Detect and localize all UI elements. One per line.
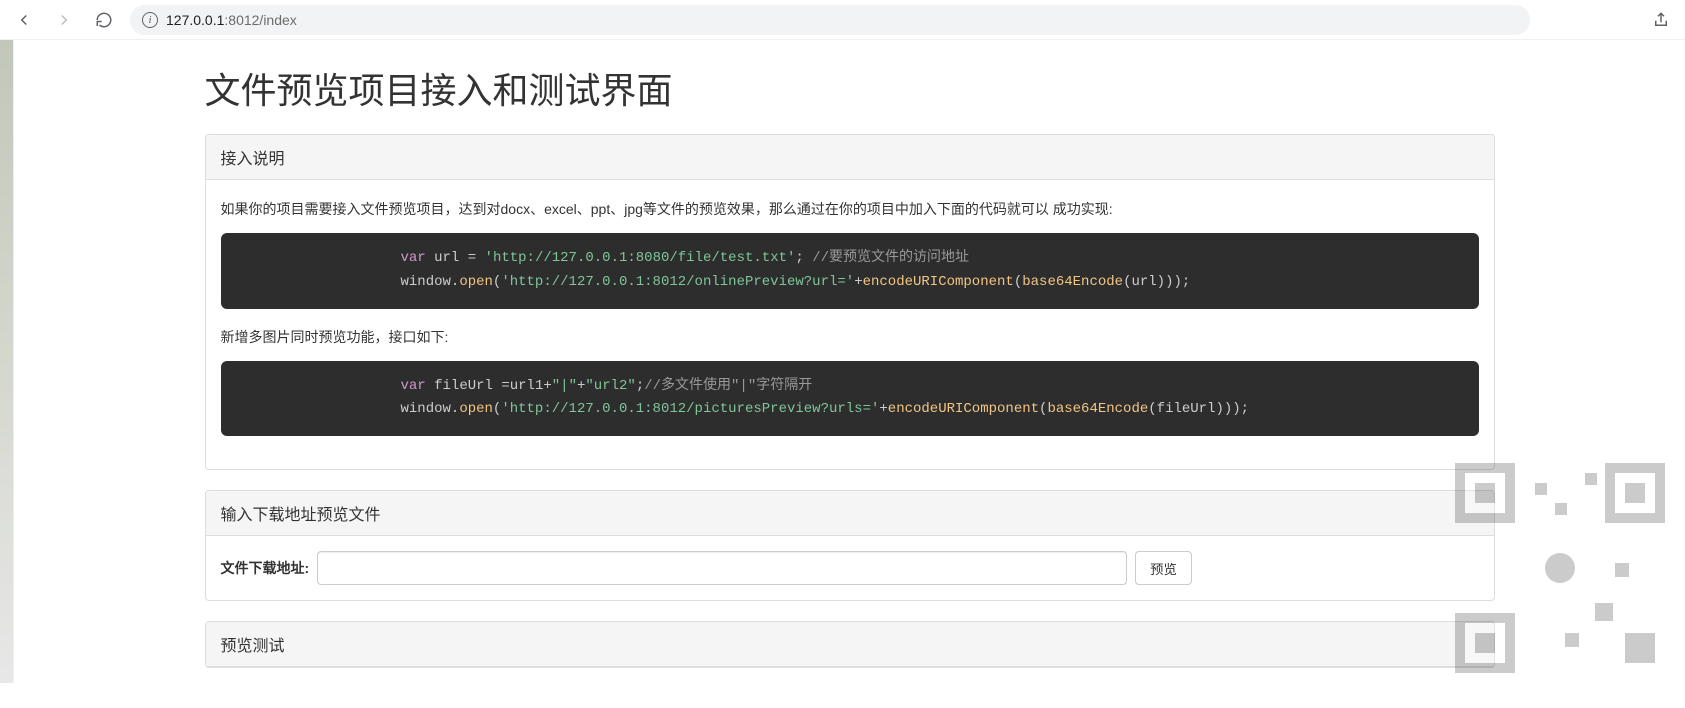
integration-description-2: 新增多图片同时预览功能，接口如下: [221,327,1479,347]
panel-heading-preview-test: 预览测试 [206,622,1494,667]
panel-heading-url-input: 输入下载地址预览文件 [206,491,1494,536]
code-block-1: var url = 'http://127.0.0.1:8080/file/te… [221,233,1479,309]
url-host: 127.0.0.1 [166,12,224,28]
forward-button[interactable] [50,6,78,34]
code-block-2: var fileUrl =url1+"|"+"url2";//多文件使用"|"字… [221,361,1479,437]
share-icon[interactable] [1647,6,1675,34]
site-info-icon[interactable]: i [142,12,158,28]
preview-button[interactable]: 预览 [1135,551,1192,585]
url-input-label: 文件下载地址: [221,558,310,578]
panel-preview-test: 预览测试 [205,621,1495,668]
background-window-sliver [0,40,14,683]
browser-toolbar: i 127.0.0.1:8012/index [0,0,1685,40]
integration-description-1: 如果你的项目需要接入文件预览项目，达到对docx、excel、ppt、jpg等文… [221,199,1479,219]
panel-heading-integration: 接入说明 [206,135,1494,180]
back-button[interactable] [10,6,38,34]
url-text: 127.0.0.1:8012/index [166,12,297,28]
panel-url-input: 输入下载地址预览文件 文件下载地址: 预览 [205,490,1495,601]
page-title: 文件预览项目接入和测试界面 [205,62,1495,114]
panel-integration-guide: 接入说明 如果你的项目需要接入文件预览项目，达到对docx、excel、ppt、… [205,134,1495,470]
url-path: :8012/index [224,12,296,28]
reload-button[interactable] [90,6,118,34]
file-url-input[interactable] [317,551,1127,585]
address-bar[interactable]: i 127.0.0.1:8012/index [130,5,1530,35]
